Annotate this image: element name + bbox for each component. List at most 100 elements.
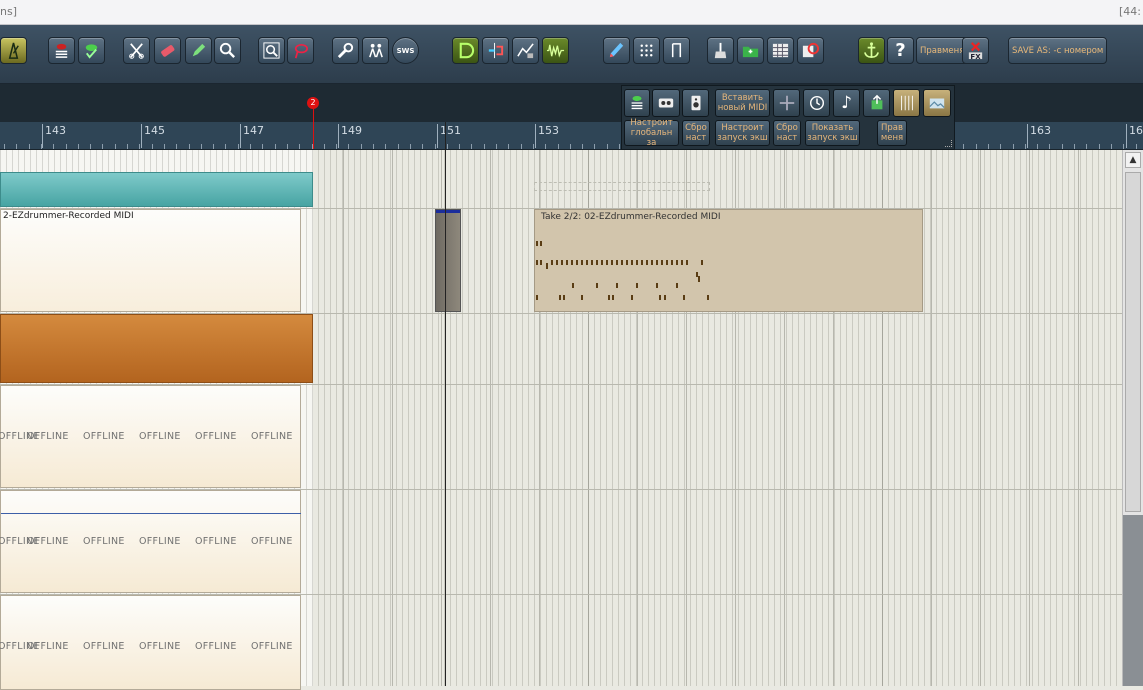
marker-lane[interactable] [0, 84, 1143, 122]
reset-button-2[interactable]: Сбро наст [773, 120, 801, 146]
save-as-button[interactable]: SAVE AS: -с номером [1008, 37, 1108, 64]
ruler-subtick [29, 144, 30, 149]
ruler-subtick [963, 144, 964, 149]
broom-icon[interactable] [707, 37, 734, 64]
lasso-icon[interactable] [287, 37, 314, 64]
scroll-track[interactable] [1123, 515, 1143, 686]
reset-button-1[interactable]: Сбро наст [682, 120, 710, 146]
scroll-up-icon[interactable]: ▲ [1125, 152, 1141, 168]
eraser-icon[interactable] [154, 37, 181, 64]
note-icon[interactable]: ♪ [833, 89, 860, 117]
ruler-subtick [201, 144, 202, 149]
ruler-subtick [508, 144, 509, 149]
save-label-2: с номером [1056, 45, 1104, 56]
floating-toolbar: Вставить новый MIDI ♪ Настроит глобальн за… [621, 85, 955, 150]
vertical-scrollbar[interactable]: ▲ [1122, 150, 1143, 686]
cut-icon[interactable] [123, 37, 150, 64]
snap-icon[interactable] [452, 37, 479, 64]
ripple-icon[interactable] [482, 37, 509, 64]
ruler-subtick [90, 144, 91, 149]
envelope-icon[interactable] [512, 37, 539, 64]
ruler-subtick [484, 144, 485, 149]
offline-item[interactable]: OFFLINE OFFLINE OFFLINE OFFLINE OFFLINE … [0, 490, 301, 593]
ruler-subtick [1123, 144, 1124, 149]
ruler-subtick [594, 144, 595, 149]
show-label-2: запуск экш [807, 133, 858, 143]
folder-icon[interactable] [737, 37, 764, 64]
mixer-eye-icon[interactable] [624, 89, 650, 117]
ruler-subtick [570, 144, 571, 149]
ruler-subtick [558, 144, 559, 149]
media-item-teal[interactable] [0, 172, 313, 207]
grid-lines-icon[interactable] [893, 89, 920, 117]
resize-grip-icon[interactable] [945, 140, 952, 147]
metronome-icon[interactable] [0, 37, 27, 64]
show-label-1: Показать [811, 123, 854, 133]
ruler-subtick [262, 144, 263, 149]
selected-item[interactable] [435, 209, 461, 312]
move-icon[interactable] [773, 89, 800, 117]
media-item-orange[interactable] [0, 314, 313, 383]
ruler-subtick [324, 144, 325, 149]
render-icon[interactable] [797, 37, 824, 64]
insert-midi-button[interactable]: Вставить новый MIDI [715, 89, 770, 117]
grid-icon[interactable] [633, 37, 660, 64]
take-item[interactable]: Take 2/2: 02-EZdrummer-Recorded MIDI [534, 209, 923, 312]
bar-163: 163 [1030, 124, 1051, 137]
scene-icon[interactable] [863, 89, 890, 117]
speaker-icon[interactable] [682, 89, 709, 117]
bar-149: 149 [341, 124, 362, 137]
ruler-subtick [385, 144, 386, 149]
table-icon[interactable] [767, 37, 794, 64]
ruler-subtick [1074, 144, 1075, 149]
scroll-thumb[interactable] [1125, 172, 1141, 512]
insert-midi-label-1: Вставить [721, 93, 764, 103]
fx-label: FX [970, 53, 981, 61]
zoom-icon[interactable] [214, 37, 241, 64]
ruler-subtick [348, 144, 349, 149]
ruler-subtick [16, 144, 17, 149]
brush-icon[interactable] [603, 37, 630, 64]
ruler-subtick [275, 144, 276, 149]
project-marker[interactable]: 2 [307, 97, 319, 109]
ruler-subtick [115, 144, 116, 149]
main-toolbar: SWS ? Прав меня FX SAVE AS: -с номером [0, 25, 1143, 84]
offline-item[interactable]: OFFLINE OFFLINE OFFLINE OFFLINE OFFLINE … [0, 385, 301, 488]
ruler-subtick [1025, 144, 1026, 149]
ruler-subtick [250, 144, 251, 149]
midi-item[interactable]: 2-EZdrummer-Recorded MIDI [0, 209, 301, 312]
bar-143: 143 [45, 124, 66, 137]
bar-151: 151 [440, 124, 461, 137]
magnify-glass-icon[interactable] [258, 37, 285, 64]
bracket-icon[interactable] [663, 37, 690, 64]
mixer-eye-icon[interactable] [48, 37, 75, 64]
offline-item[interactable]: OFFLINE OFFLINE OFFLINE OFFLINE OFFLINE … [0, 595, 301, 690]
wrench-icon[interactable] [332, 37, 359, 64]
ruler-subtick [127, 144, 128, 149]
reset1-label-2: наст [685, 133, 707, 143]
pencil-icon[interactable] [185, 37, 212, 64]
prav-label-1: Прав [920, 45, 943, 56]
ruler-subtick [619, 144, 620, 149]
window-title-left: ns] [0, 5, 17, 18]
waveform-icon[interactable] [542, 37, 569, 64]
ruler-subtick [1037, 144, 1038, 149]
tape-icon[interactable] [652, 89, 680, 117]
show-launch-button[interactable]: Показать запуск экш [805, 120, 860, 146]
launch-settings-button[interactable]: Настроит запуск экш [715, 120, 770, 146]
fx-icon[interactable]: FX [962, 37, 989, 64]
prav-button[interactable]: Прав меня [916, 37, 969, 64]
anchor-icon[interactable] [858, 37, 885, 64]
timeline-ruler[interactable]: 143 145 147 149 151 153 163 16 [0, 122, 1143, 150]
help-icon[interactable]: ? [887, 37, 914, 64]
edit-menu-button[interactable]: Прав меня [877, 120, 907, 146]
global-settings-button[interactable]: Настроит глобальн за [624, 118, 679, 148]
arrange-view[interactable]: 2-EZdrummer-Recorded MIDI OFFLINE OFFLIN… [0, 150, 1122, 690]
reset2-label-1: Сбро [776, 123, 798, 133]
sws-icon[interactable]: SWS [392, 37, 419, 64]
show-hide-icon[interactable] [78, 37, 105, 64]
people-icon[interactable] [362, 37, 389, 64]
ruler-subtick [1000, 144, 1001, 149]
clock-icon[interactable] [803, 89, 830, 117]
image-icon[interactable] [923, 89, 951, 117]
